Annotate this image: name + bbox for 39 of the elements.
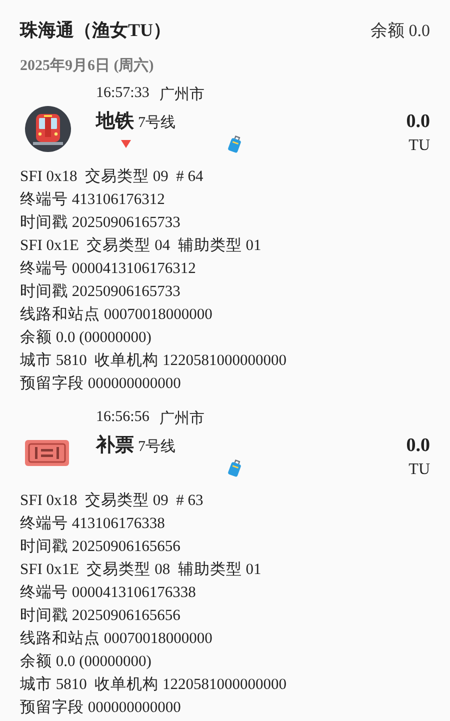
- detail-line: SFI 0x1E 交易类型 08 辅助类型 01: [20, 560, 262, 580]
- amount-text: 0.0: [406, 435, 430, 457]
- detail-line: 预留字段 000000000000: [20, 698, 182, 718]
- unit-text: TU: [408, 461, 430, 479]
- city-text: 广州市: [159, 409, 204, 428]
- detail-line: 时间戳 20250906165733: [20, 213, 182, 233]
- unit-text: TU: [408, 137, 430, 155]
- balance-text: 余额 0.0: [370, 20, 430, 42]
- detail-line: 时间戳 20250906165656: [20, 606, 182, 626]
- detail-line: 余额 0.0 (00000000): [20, 328, 152, 348]
- time-text: 16:56:56: [96, 409, 150, 427]
- ticket-icon: [24, 439, 70, 467]
- detail-line: 余额 0.0 (00000000): [20, 652, 152, 672]
- detail-line: 时间戳 20250906165656: [20, 537, 182, 557]
- detail-line: 终端号 413106176312: [20, 190, 166, 210]
- line-text: 7号线: [138, 114, 176, 132]
- time-text: 16:57:33: [96, 85, 150, 103]
- detail-line: 终端号 0000413106176312: [20, 259, 197, 279]
- city-text: 广州市: [159, 85, 204, 104]
- date-heading: 2025年9月6日 (周六): [20, 56, 155, 75]
- subway-train-icon: [24, 105, 72, 153]
- detail-line: 线路和站点 00070018000000: [20, 305, 214, 325]
- detail-line: SFI 0x18 交易类型 09 # 64: [20, 167, 204, 187]
- card-title: 珠海通（渔女TU）: [20, 19, 172, 42]
- detail-line: 线路和站点 00070018000000: [20, 629, 214, 649]
- transaction-type: 补票: [96, 434, 134, 458]
- amount-text: 0.0: [406, 111, 430, 133]
- transaction-type: 地铁: [96, 110, 134, 134]
- suitcase-icon: [227, 459, 243, 477]
- detail-line: 时间戳 20250906165733: [20, 282, 182, 302]
- detail-line: 城市 5810 收单机构 1220581000000000: [20, 351, 288, 371]
- detail-line: 预留字段 000000000000: [20, 374, 182, 394]
- detail-line: 城市 5810 收单机构 1220581000000000: [20, 675, 288, 695]
- detail-line: SFI 0x1E 交易类型 04 辅助类型 01: [20, 236, 262, 256]
- detail-line: 终端号 413106176338: [20, 514, 166, 534]
- detail-line: SFI 0x18 交易类型 09 # 63: [20, 491, 204, 511]
- suitcase-icon: [227, 135, 243, 153]
- detail-line: 终端号 0000413106176338: [20, 583, 197, 603]
- line-text: 7号线: [138, 438, 176, 456]
